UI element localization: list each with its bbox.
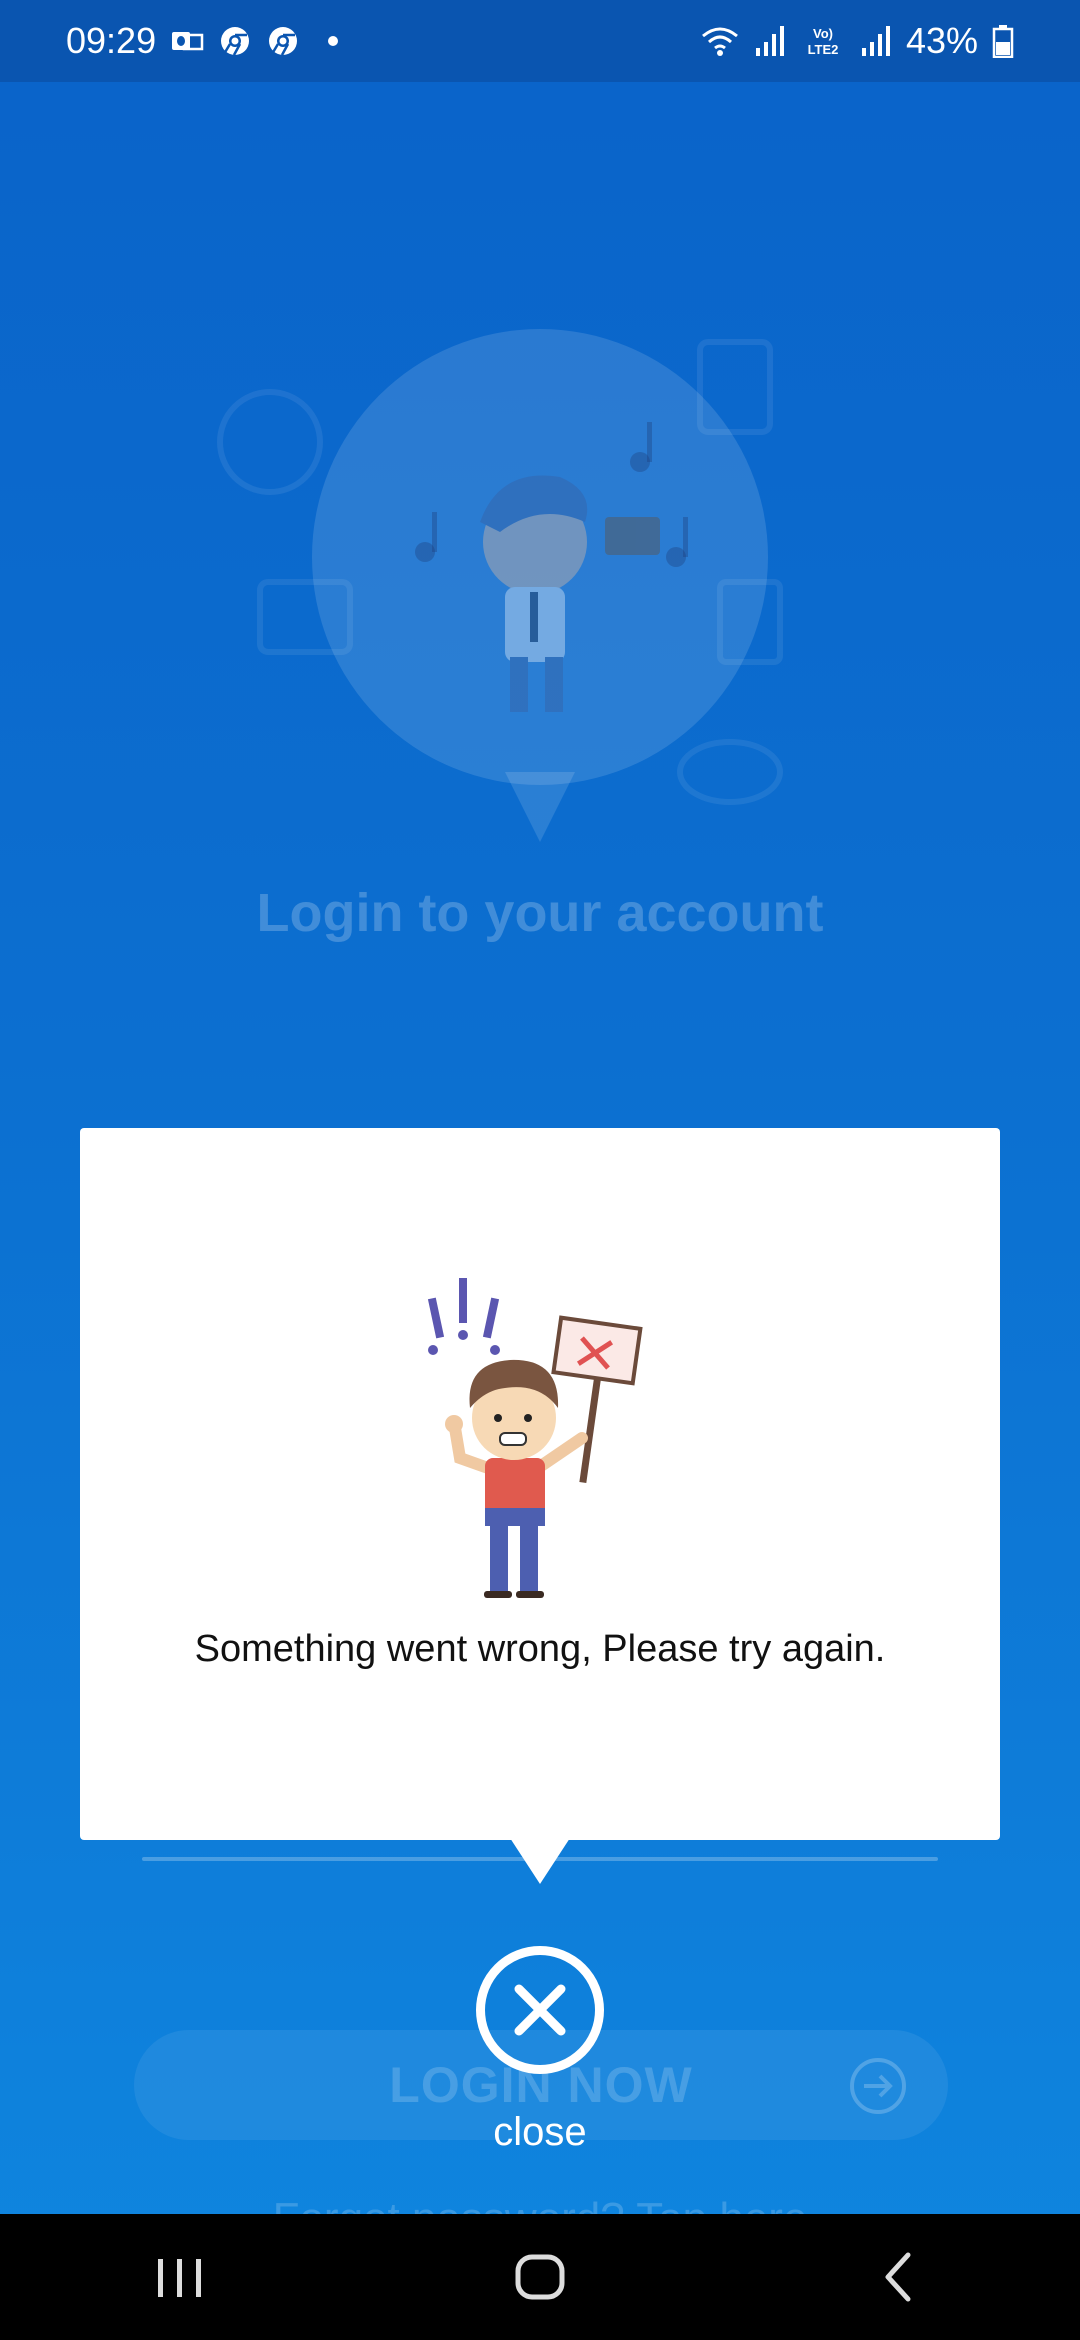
close-button[interactable] <box>476 1946 604 2074</box>
login-illustration <box>217 329 783 842</box>
chrome-icon <box>221 27 250 56</box>
back-button[interactable] <box>840 2237 960 2317</box>
login-title: Login to your account <box>256 883 824 943</box>
svg-text:LTE2: LTE2 <box>808 42 839 57</box>
battery-icon <box>992 25 1014 58</box>
navigation-bar <box>0 2214 1080 2340</box>
close-icon <box>514 1984 566 2036</box>
outlook-icon <box>172 32 204 51</box>
svg-text:Vo): Vo) <box>813 26 833 41</box>
notification-dot <box>328 36 339 46</box>
error-dialog: Something went wrong, Please try again. <box>80 1128 1000 1840</box>
status-left: 09:29 <box>66 20 339 62</box>
status-right: Vo) LTE2 43% <box>700 20 1014 62</box>
back-icon <box>885 2252 911 2302</box>
login-arrow-icon <box>850 2058 906 2114</box>
home-icon <box>515 2254 565 2300</box>
error-character-illustration <box>427 1278 643 1598</box>
dialog-pointer <box>510 1838 570 1884</box>
chrome-icon <box>269 27 298 56</box>
status-time: 09:29 <box>66 20 157 61</box>
signal-icon <box>861 26 890 56</box>
status-bar: 09:29 Vo) LTE2 43% <box>0 0 1080 82</box>
signal-icon <box>755 26 784 56</box>
volte-lte2-icon: Vo) LTE2 <box>808 26 839 57</box>
battery-percent: 43% <box>905 20 978 61</box>
wifi-icon <box>701 27 738 56</box>
recent-apps-button[interactable] <box>120 2237 240 2317</box>
recent-apps-icon <box>158 2259 201 2297</box>
close-label[interactable]: close <box>0 2110 1080 2155</box>
error-message: Something went wrong, Please try again. <box>194 1628 886 1670</box>
home-button[interactable] <box>480 2237 600 2317</box>
